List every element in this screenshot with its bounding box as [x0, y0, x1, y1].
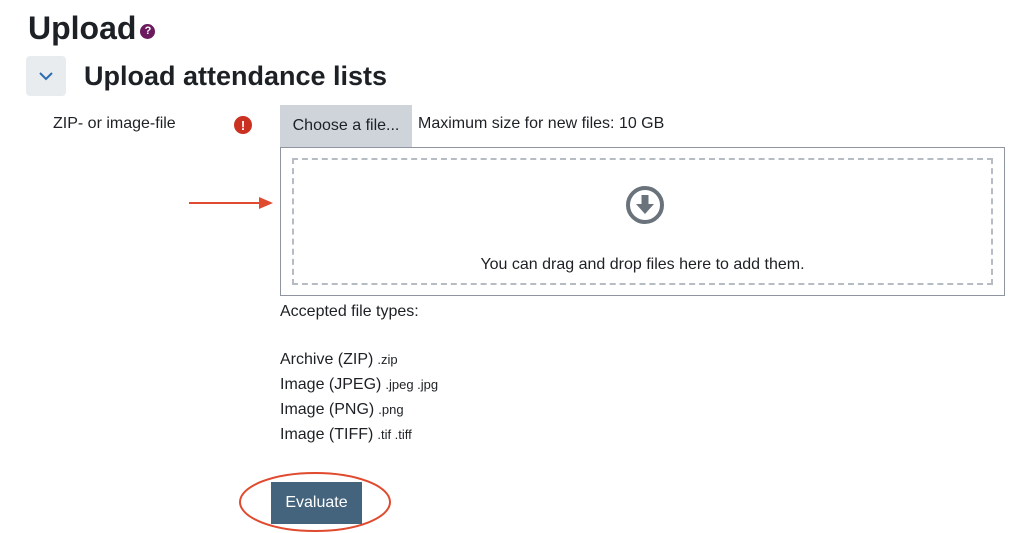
- max-size-text: Maximum size for new files: 10 GB: [418, 115, 665, 132]
- section-title: Upload attendance lists: [84, 60, 388, 91]
- file-dropzone[interactable]: You can drag and drop files here to add …: [280, 147, 1005, 296]
- list-item: Image (JPEG) .jpeg .jpg: [280, 376, 439, 393]
- evaluate-button[interactable]: Evaluate: [271, 482, 362, 524]
- chevron-down-icon: [39, 72, 53, 81]
- page-title-row: Upload ?: [28, 8, 156, 48]
- upload-page: Upload ? Upload attendance lists ZIP- or…: [0, 0, 1024, 533]
- list-item: Image (TIFF) .tif .tiff: [280, 426, 412, 443]
- required-icon: !: [234, 116, 252, 134]
- file-field-label: ZIP- or image-file: [53, 115, 176, 132]
- annotation-arrow: [189, 197, 273, 209]
- help-icon[interactable]: ?: [140, 23, 156, 39]
- collapse-toggle-button[interactable]: [26, 56, 66, 96]
- section-header: Upload attendance lists: [26, 56, 387, 96]
- page-title: Upload: [28, 10, 137, 46]
- dropzone-text: You can drag and drop files here to add …: [480, 256, 805, 273]
- dropzone-dashed-area[interactable]: You can drag and drop files here to add …: [292, 158, 993, 285]
- accepted-types-list: Archive (ZIP) .zip Image (JPEG) .jpeg .jpg…: [280, 347, 438, 447]
- list-item: Archive (ZIP) .zip: [280, 351, 398, 368]
- accepted-types-title: Accepted file types:: [280, 303, 419, 320]
- list-item: Image (PNG) .png: [280, 401, 404, 418]
- choose-file-button[interactable]: Choose a file...: [280, 105, 412, 147]
- arrow-circle-down-icon: [626, 186, 664, 224]
